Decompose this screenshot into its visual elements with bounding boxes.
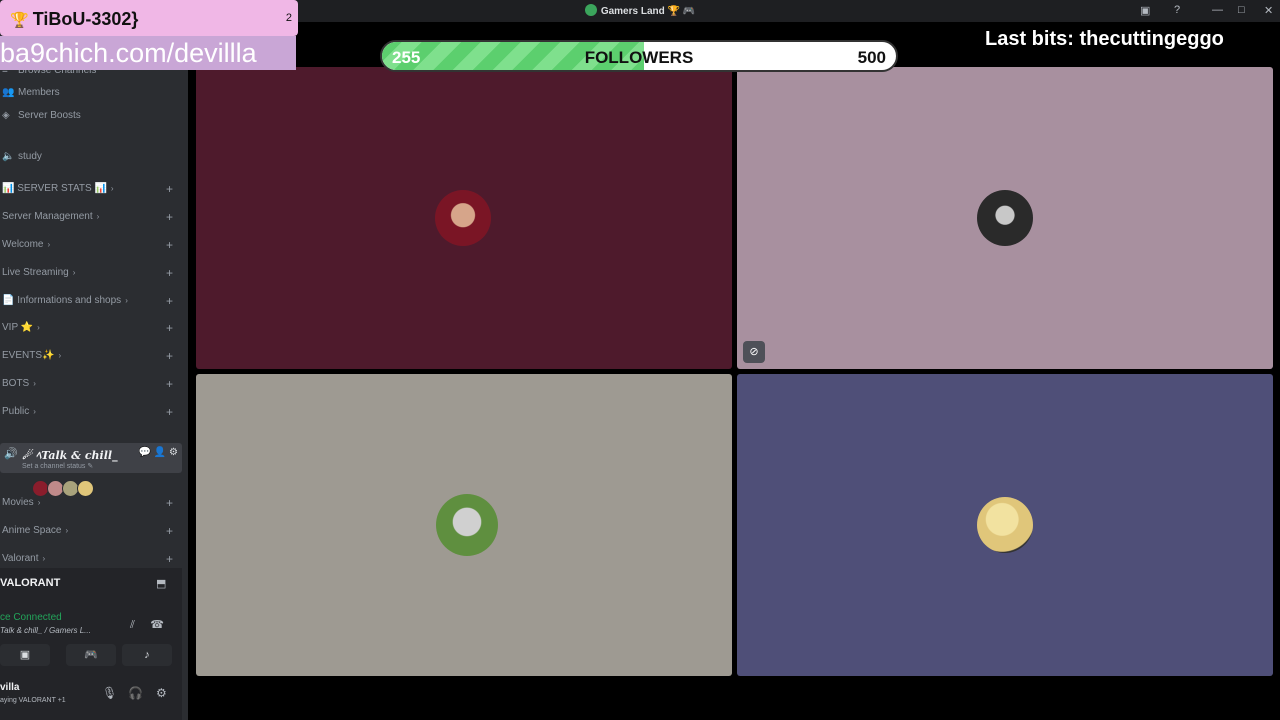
category-informations[interactable]: 📄 Informations and shops › + [2, 294, 173, 308]
chevron-right-icon: › [47, 240, 51, 249]
voice-connected-status[interactable]: ce Connected [0, 612, 62, 623]
participant-tile[interactable] [196, 374, 732, 676]
channel-study[interactable]: 🔈 study [2, 151, 42, 162]
close-button[interactable]: ✕ [1264, 4, 1273, 17]
activity-game: VALORANT [0, 577, 61, 589]
activity-button[interactable]: 🎮 [66, 644, 116, 666]
gamepad-icon: 🎮 [84, 649, 98, 661]
screen-icon: ▣ [19, 649, 31, 661]
voice-channel-icon: 🔈 [2, 151, 15, 162]
add-channel-icon[interactable]: + [166, 552, 173, 566]
avatar [977, 497, 1033, 553]
noise-suppression-icon[interactable]: ⫽ [130, 619, 135, 631]
microphone-icon[interactable]: 🎙 [102, 686, 117, 700]
chevron-right-icon: › [110, 184, 114, 193]
add-channel-icon[interactable]: + [166, 524, 173, 538]
boost-icon: ◈ [2, 110, 10, 121]
minimize-button[interactable]: — [1212, 4, 1223, 16]
active-voice-channel[interactable]: 🔊 ☄ ﾍTalk & chill_ Set a channel status … [0, 443, 182, 473]
category-bots[interactable]: BOTS › + [2, 377, 173, 391]
chevron-right-icon: › [33, 379, 36, 388]
members-icon: 👥 [2, 87, 15, 98]
add-channel-icon[interactable]: + [166, 405, 173, 419]
avatar[interactable] [77, 480, 94, 497]
help-icon[interactable]: ? [1174, 4, 1180, 16]
chevron-right-icon: › [125, 296, 128, 305]
voice-participants [32, 480, 94, 497]
soundboard-button[interactable]: ♪ [122, 644, 172, 666]
participant-tile[interactable] [737, 374, 1273, 676]
chevron-right-icon: › [65, 526, 69, 535]
disconnect-icon[interactable]: ☎ [150, 619, 164, 631]
add-channel-icon[interactable]: + [166, 321, 173, 335]
category-live-streaming[interactable]: Live Streaming › + [2, 266, 173, 280]
chevron-right-icon: › [96, 212, 100, 221]
add-channel-icon[interactable]: + [166, 349, 173, 363]
chevron-right-icon: › [42, 554, 46, 563]
category-movies[interactable]: Movies › + [2, 496, 173, 510]
screen-share-icon[interactable]: ⬒ [156, 577, 166, 590]
category-events[interactable]: EVENTS✨ › + [2, 349, 173, 363]
chevron-right-icon: › [37, 323, 40, 332]
overlay-user-badge: 🏆 TiBoU-3302} 2 [0, 0, 298, 36]
avatar [977, 190, 1033, 246]
add-channel-icon[interactable]: + [166, 377, 173, 391]
gear-icon[interactable]: ⚙ [169, 447, 178, 458]
add-channel-icon[interactable]: + [166, 182, 173, 196]
add-channel-icon[interactable]: + [166, 266, 173, 280]
category-vip[interactable]: VIP ⭐ › + [2, 321, 173, 335]
gear-icon[interactable]: ⚙ [156, 686, 167, 700]
headphones-icon[interactable]: 🎧 [128, 686, 143, 700]
video-off-icon[interactable]: ⊘ [743, 341, 765, 363]
camera-button[interactable]: ▣ [0, 644, 50, 666]
category-public[interactable]: Public › + [2, 405, 173, 419]
trophy-icon: 🏆 [10, 12, 29, 29]
last-bits-text: Last bits: thecuttingeggo [985, 28, 1224, 50]
overlay-url: ba9chich.com/devillla [0, 38, 257, 68]
participant-tile[interactable]: ⊘ [737, 67, 1273, 369]
channel-tools: 💬 👤 ⚙ [139, 447, 178, 458]
add-channel-icon[interactable]: + [166, 210, 173, 224]
server-icon [584, 4, 597, 16]
voice-channel-path[interactable]: Talk & chill_ / Gamers L... [0, 626, 91, 635]
chat-icon[interactable]: 💬 [139, 447, 151, 458]
voice-channel-name: ☄ ﾍTalk & chill_ [22, 449, 118, 462]
soundboard-icon: ♪ [144, 649, 150, 661]
overlay-username: 🏆 TiBoU-3302} [10, 9, 139, 29]
category-server-stats[interactable]: 📊 SERVER STATS 📊 › + [2, 182, 173, 196]
participant-tile[interactable] [196, 67, 732, 369]
user-activity: aying VALORANT +1 [0, 697, 66, 704]
voice-controls: ⫽ ☎ [130, 618, 164, 632]
speaker-icon: 🔊 [4, 448, 18, 460]
category-anime-space[interactable]: Anime Space › + [2, 524, 173, 538]
username[interactable]: villa [0, 682, 19, 693]
add-channel-icon[interactable]: + [166, 294, 173, 308]
invite-icon[interactable]: 👤 [154, 447, 166, 458]
followers-label: FOLLOWERS [584, 48, 694, 67]
chevron-right-icon: › [58, 351, 62, 360]
avatar [435, 190, 491, 246]
chevron-right-icon: › [37, 498, 41, 507]
category-welcome[interactable]: Welcome › + [2, 238, 173, 252]
channel-status[interactable]: Set a channel status ✎ [22, 462, 93, 470]
category-valorant[interactable]: Valorant › + [2, 552, 173, 566]
followers-goal: 500 [857, 48, 886, 67]
chevron-right-icon: › [72, 268, 76, 277]
overlay-url-banner: ba9chich.com/devillla [0, 36, 296, 70]
chevron-right-icon: › [33, 407, 36, 416]
add-channel-icon[interactable]: + [166, 496, 173, 510]
avatar [436, 494, 498, 556]
followers-goal-bar: 255 FOLLOWERS 500 [380, 40, 898, 72]
overlay-count: 2 [285, 12, 292, 24]
members-item[interactable]: 👥 Members [2, 87, 60, 98]
server-boosts-item[interactable]: ◈ Server Boosts [2, 110, 81, 121]
add-channel-icon[interactable]: + [166, 238, 173, 252]
category-server-management[interactable]: Server Management › + [2, 210, 173, 224]
inbox-icon[interactable]: ▣ [1140, 4, 1150, 17]
voice-stage: ⊘ [188, 22, 1280, 720]
maximize-button[interactable]: □ [1238, 4, 1245, 16]
user-panel: VALORANT ⬒ ce Connected Talk & chill_ / … [0, 568, 182, 720]
